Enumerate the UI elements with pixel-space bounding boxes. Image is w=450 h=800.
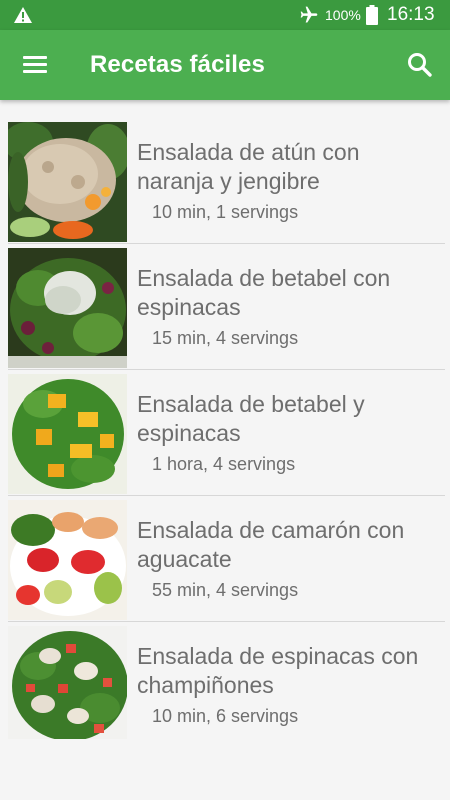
airplane-mode-icon [300,6,318,23]
battery-icon [366,5,378,25]
recipe-thumbnail [8,122,127,242]
recipe-thumbnail [8,374,127,494]
recipe-name: Ensalada de betabel y espinacas [137,391,365,446]
status-clock: 16:13 [387,4,435,25]
recipe-meta: 15 min, 4 servings [152,328,299,348]
recipe-meta: 10 min, 1 servings [152,202,299,222]
search-button[interactable] [402,48,436,82]
recipe-name: Ensalada de espinacas con champiñones [137,643,419,698]
menu-button[interactable] [16,48,54,82]
warning-icon [14,7,32,23]
recipe-meta: 1 hora, 4 servings [152,454,296,474]
recipe-item[interactable]: Ensalada de atún con naranja y jengibre … [0,118,450,244]
recipe-thumbnail [8,248,127,368]
recipe-meta: 55 min, 4 servings [152,580,299,600]
app-bar: Recetas fáciles [0,30,450,100]
recipe-item[interactable]: Ensalada de betabel y espinacas 1 hora, … [0,370,450,496]
recipe-item[interactable]: Ensalada de camarón con aguacate 55 min,… [0,496,450,622]
recipe-item[interactable]: Ensalada de betabel con espinacas 15 min… [0,244,450,370]
recipe-name: Ensalada de atún con naranja y jengibre [137,139,360,194]
status-bar: 100% 16:13 [0,0,450,30]
search-icon [408,53,432,77]
recipe-thumbnail [8,626,127,746]
recipe-item[interactable]: Ensalada de espinacas con champiñones 10… [0,622,450,748]
recipe-name: Ensalada de camarón con aguacate [137,517,405,572]
recipe-name: Ensalada de betabel con espinacas [137,265,391,320]
app-title: Recetas fáciles [90,51,265,78]
recipe-thumbnail [8,500,127,620]
recipe-meta: 10 min, 6 servings [152,706,299,726]
recipe-list: Ensalada de atún con naranja y jengibre … [0,118,450,748]
battery-percent: 100% [325,7,361,23]
